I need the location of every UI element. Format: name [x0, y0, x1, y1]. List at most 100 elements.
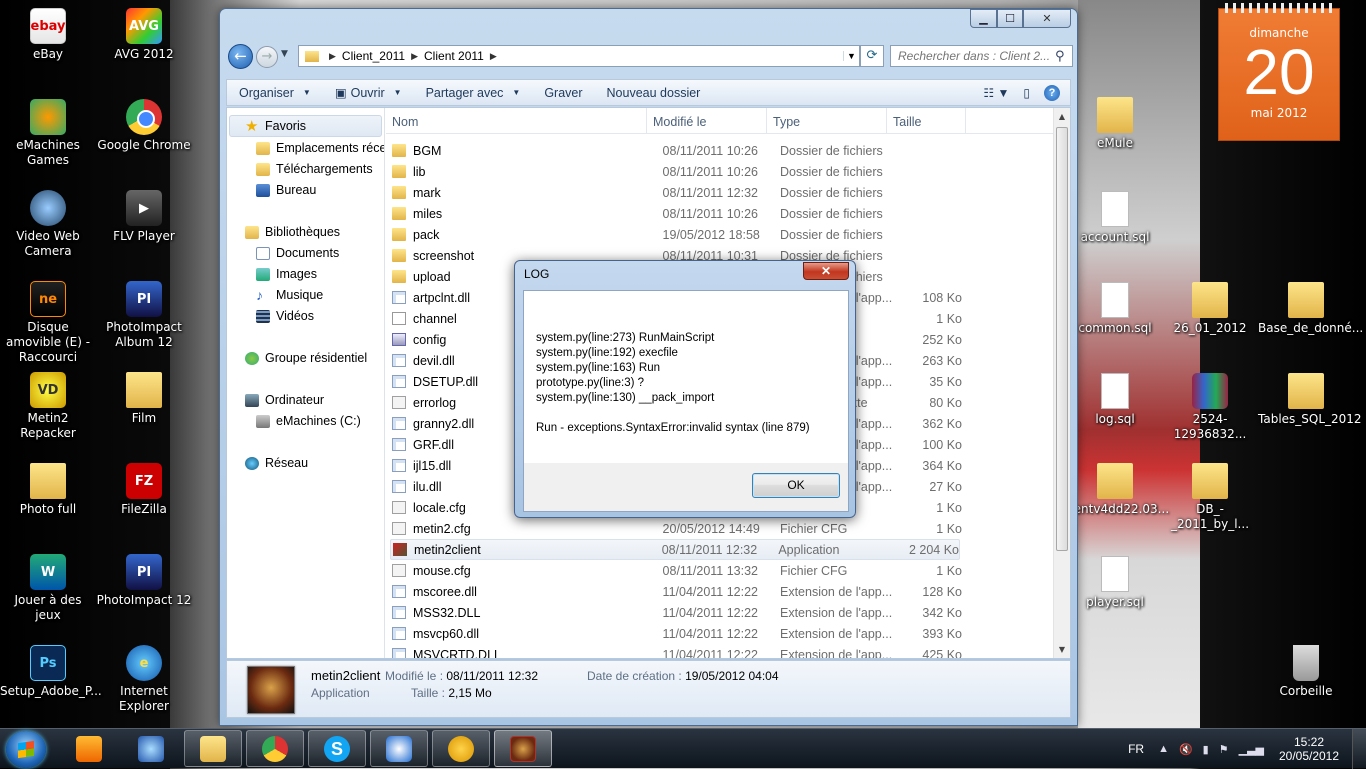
search-box[interactable]: ⚲: [890, 45, 1073, 67]
back-button[interactable]: ←: [228, 44, 253, 69]
nav-downloads[interactable]: Téléchargements: [256, 162, 373, 176]
taskbar-media-player[interactable]: [60, 730, 118, 767]
view-options-icon[interactable]: ☷ ▼: [983, 86, 1009, 100]
taskbar-skype[interactable]: S: [308, 730, 366, 767]
nav-drive-c[interactable]: eMachines (C:): [256, 414, 361, 428]
scroll-thumb[interactable]: [1056, 127, 1068, 551]
desktop-icon-6[interactable]: 2524-12936832...: [1162, 373, 1258, 442]
burn-button[interactable]: Graver: [532, 86, 594, 100]
nav-desktop[interactable]: Bureau: [256, 183, 316, 197]
nav-libraries[interactable]: Bibliothèques: [245, 225, 340, 239]
nav-computer[interactable]: Ordinateur: [245, 393, 324, 407]
desktop-icon-10[interactable]: Photo full: [0, 463, 96, 517]
file-row[interactable]: mscoree.dll 11/04/2011 12:22 Extension de …: [392, 581, 962, 602]
chevron-right-icon[interactable]: ▶: [411, 51, 418, 62]
desktop-icon-1[interactable]: account.sql: [1067, 191, 1163, 245]
address-bar[interactable]: ▶ Client_2011 ▶ Client 2011 ▶ ▼: [298, 45, 860, 67]
taskbar-repacker[interactable]: [122, 730, 180, 767]
column-size[interactable]: Taille: [887, 108, 966, 133]
file-row[interactable]: mark 08/11/2011 12:32 Dossier de fichiers: [392, 182, 962, 203]
desktop-icon-12[interactable]: W Jouer à des jeux: [0, 554, 96, 623]
file-row[interactable]: metin2.cfg 20/05/2012 14:49 Fichier CFG 1 K…: [392, 518, 962, 539]
new-folder-button[interactable]: Nouveau dossier: [595, 86, 713, 100]
recent-pages-dropdown[interactable]: ▼: [281, 49, 288, 59]
nav-homegroup[interactable]: Groupe résidentiel: [245, 351, 367, 365]
desktop-icon-3[interactable]: 26_01_2012: [1162, 282, 1258, 336]
file-row[interactable]: pack 19/05/2012 18:58 Dossier de fichiers: [392, 224, 962, 245]
share-button[interactable]: Partager avec ▼: [414, 86, 533, 100]
desktop-icon-2[interactable]: common.sql: [1067, 282, 1163, 336]
power-icon[interactable]: ▮: [1203, 743, 1209, 756]
desktop-icon-2[interactable]: eMachines Games: [0, 99, 96, 168]
desktop-icon-9[interactable]: Film: [96, 372, 192, 426]
desktop-icon-8[interactable]: lientv4dd22.03...: [1067, 463, 1169, 517]
language-indicator[interactable]: FR: [1128, 742, 1144, 756]
file-row[interactable]: metin2client 08/11/2011 12:32 Application 2…: [390, 539, 960, 560]
preview-pane-icon[interactable]: ▯: [1023, 86, 1030, 100]
calendar-gadget[interactable]: dimanche 20 mai 2012: [1218, 3, 1340, 141]
desktop-icon-10[interactable]: player.sql: [1067, 556, 1163, 610]
desktop-icon-0[interactable]: eMule: [1067, 97, 1163, 151]
nav-network[interactable]: Réseau: [245, 456, 308, 470]
address-dropdown[interactable]: ▼: [843, 51, 859, 61]
minimize-button[interactable]: ▁: [970, 9, 997, 28]
taskbar-teamviewer[interactable]: [370, 730, 428, 767]
search-icon[interactable]: ⚲: [1055, 49, 1072, 64]
vertical-scrollbar[interactable]: ▲ ▼: [1053, 108, 1070, 658]
open-button[interactable]: ▣ Ouvrir ▼: [323, 85, 414, 101]
breadcrumb-client-2011[interactable]: Client 2011: [424, 49, 484, 63]
action-center-icon[interactable]: ⚑: [1219, 743, 1229, 756]
desktop-icon-7[interactable]: PI PhotoImpact Album 12: [96, 281, 192, 350]
refresh-button[interactable]: ⟳: [860, 45, 884, 67]
desktop-icon-5[interactable]: log.sql: [1067, 373, 1163, 427]
ok-button[interactable]: OK: [752, 473, 840, 498]
close-button[interactable]: ✕: [1023, 9, 1071, 28]
file-row[interactable]: miles 08/11/2011 10:26 Dossier de fichiers: [392, 203, 962, 224]
nav-images[interactable]: Images: [256, 267, 317, 281]
chevron-right-icon[interactable]: ▶: [329, 51, 336, 62]
clock[interactable]: 15:22 20/05/2012: [1274, 735, 1344, 763]
file-row[interactable]: msvcp60.dll 11/04/2011 12:22 Extension de …: [392, 623, 962, 644]
desktop-icon-9[interactable]: DB_-_2011_by_l...: [1162, 463, 1258, 532]
desktop-icon-13[interactable]: PI PhotoImpact 12: [96, 554, 192, 608]
file-row[interactable]: MSVCRTD.DLL 11/04/2011 12:22 Extension de …: [392, 644, 962, 658]
start-button[interactable]: [6, 731, 46, 768]
taskbar-explorer[interactable]: [184, 730, 242, 767]
nav-recent-places[interactable]: Emplacements récents: [256, 141, 384, 155]
nav-documents[interactable]: Documents: [256, 246, 339, 260]
volume-icon[interactable]: 🔇: [1179, 743, 1193, 756]
show-hidden-icons-icon[interactable]: ▲: [1158, 743, 1169, 755]
desktop-icon-7[interactable]: Tables_SQL_2012: [1258, 373, 1362, 427]
desktop-icon-4[interactable]: Base_de_donné...: [1258, 282, 1363, 336]
desktop-icon-15[interactable]: e Internet Explorer: [96, 645, 192, 714]
chevron-right-icon[interactable]: ▶: [490, 51, 497, 62]
organize-button[interactable]: Organiser ▼: [227, 86, 323, 100]
column-name[interactable]: Nom: [386, 108, 647, 133]
scroll-down-arrow[interactable]: ▼: [1054, 641, 1070, 658]
taskbar-emule[interactable]: [432, 730, 490, 767]
desktop-icon-3[interactable]: Google Chrome: [96, 99, 192, 153]
desktop-icon-1[interactable]: AVG AVG 2012: [96, 8, 192, 62]
forward-button[interactable]: →: [256, 46, 278, 68]
desktop-icon-5[interactable]: ▶ FLV Player: [96, 190, 192, 244]
nav-favorites[interactable]: ★ Favoris: [245, 119, 306, 134]
taskbar-metin2client[interactable]: [494, 730, 552, 767]
desktop-icon-4[interactable]: Video Web Camera: [0, 190, 96, 259]
desktop-icon-11[interactable]: FZ FileZilla: [96, 463, 192, 517]
maximize-button[interactable]: ☐: [997, 9, 1023, 28]
file-row[interactable]: lib 08/11/2011 10:26 Dossier de fichiers: [392, 161, 962, 182]
help-icon[interactable]: ?: [1044, 84, 1060, 101]
file-row[interactable]: mouse.cfg 08/11/2011 13:32 Fichier CFG 1 Ko: [392, 560, 962, 581]
desktop-icon-14[interactable]: Ps Setup_Adobe_P...: [0, 645, 102, 699]
network-signal-icon[interactable]: ▁▃▅: [1239, 743, 1264, 756]
desktop-icon-6[interactable]: ne Disque amovible (E) - Raccourci: [0, 281, 96, 365]
column-type[interactable]: Type: [767, 108, 887, 133]
dialog-close-button[interactable]: ✕: [803, 262, 849, 280]
scroll-up-arrow[interactable]: ▲: [1054, 108, 1070, 125]
desktop-icon-0[interactable]: ebay eBay: [0, 8, 96, 62]
nav-videos[interactable]: Vidéos: [256, 309, 314, 323]
nav-music[interactable]: ♪ Musique: [256, 288, 323, 303]
show-desktop-button[interactable]: [1352, 729, 1366, 769]
file-row[interactable]: MSS32.DLL 11/04/2011 12:22 Extension de l'…: [392, 602, 962, 623]
desktop-icon-8[interactable]: VD Metin2 Repacker: [0, 372, 96, 441]
